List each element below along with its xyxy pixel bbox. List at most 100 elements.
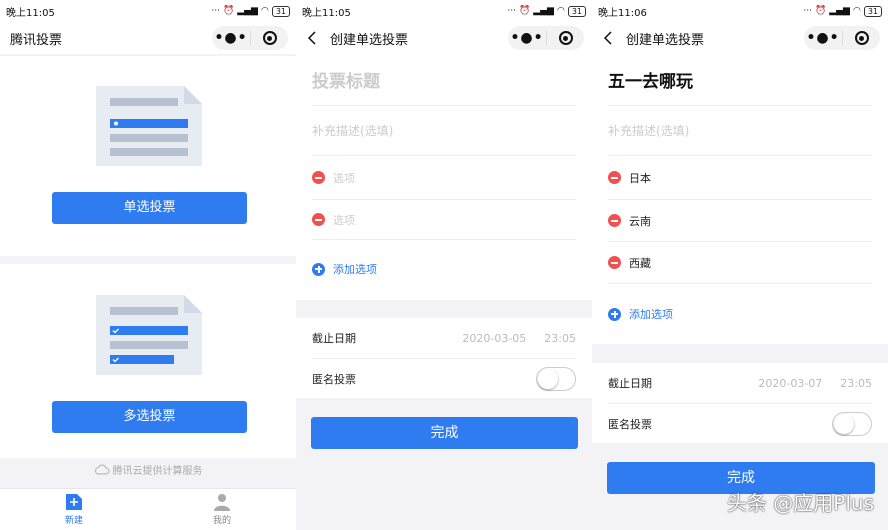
add-option-button[interactable]: 添加选项: [312, 261, 377, 277]
deadline-time[interactable]: 23:05: [544, 332, 576, 345]
cellular-icon: ▂▄▆: [829, 6, 850, 16]
option-row: 选项: [312, 200, 576, 240]
deadline-time[interactable]: 23:05: [840, 377, 872, 390]
battery-icon: 31: [271, 5, 290, 17]
wifi-icon: ◠: [260, 6, 269, 16]
back-arrow-icon[interactable]: [602, 31, 616, 45]
footer-text: 腾讯云提供计算服务: [112, 466, 203, 477]
target-icon: [262, 31, 277, 45]
tab-mine-label: 我的: [212, 516, 231, 526]
close-miniprogram-button[interactable]: [251, 31, 288, 45]
anonymous-row: 匿名投票: [312, 358, 576, 398]
add-icon: [608, 307, 621, 321]
signal-dots-icon: ···: [803, 6, 812, 16]
status-bar: 晚上11:06 ··· ⏰ ▂▄▆ ◠ 31: [592, 0, 888, 22]
remove-option-icon[interactable]: [608, 171, 621, 184]
tab-mine[interactable]: 我的: [148, 489, 296, 530]
page-title: 创建单选投票: [330, 32, 409, 48]
signal-dots-icon: ···: [507, 6, 516, 16]
target-icon: [558, 31, 573, 45]
deadline-label: 截止日期: [608, 377, 652, 390]
add-option-label: 添加选项: [629, 308, 673, 321]
cloud-icon: [94, 464, 110, 475]
cellular-icon: ▂▄▆: [237, 6, 258, 16]
description-input[interactable]: 补充描述(选填): [312, 106, 576, 156]
close-miniprogram-button[interactable]: [843, 31, 880, 45]
option-input[interactable]: 云南: [629, 213, 651, 229]
close-miniprogram-button[interactable]: [547, 31, 584, 45]
wifi-icon: ◠: [852, 6, 861, 16]
cellular-icon: ▂▄▆: [533, 6, 554, 16]
tab-new[interactable]: 新建: [0, 489, 148, 530]
tab-new-label: 新建: [64, 516, 83, 526]
status-bar: 晚上11:05 ··· ⏰ ▂▄▆ ◠ 31: [296, 0, 592, 22]
option-row: 云南: [608, 200, 872, 242]
anonymous-row: 匿名投票: [608, 403, 872, 443]
remove-option-icon[interactable]: [312, 213, 325, 226]
nav-bar: 创建单选投票 •●•: [296, 22, 592, 54]
option-row: 选项: [312, 156, 576, 200]
title-input[interactable]: 五一去哪玩: [608, 54, 872, 106]
option-input[interactable]: 西藏: [629, 255, 651, 271]
add-option-label: 添加选项: [333, 263, 377, 276]
vote-form: 投票标题 补充描述(选填) 选项 选项 添加选项: [296, 54, 592, 300]
signal-dots-icon: ···: [211, 6, 220, 16]
option-input[interactable]: 选项: [333, 212, 355, 228]
remove-option-icon[interactable]: [608, 256, 621, 269]
more-icon[interactable]: •●•: [212, 28, 250, 48]
description-placeholder: 补充描述(选填): [312, 124, 394, 138]
single-vote-card: 单选投票: [0, 56, 296, 256]
vote-settings: 截止日期 2020-03-05 23:05 匿名投票: [296, 318, 592, 398]
add-icon: [312, 262, 325, 276]
status-time: 晚上11:05: [6, 7, 55, 19]
remove-option-icon[interactable]: [312, 171, 325, 184]
status-time: 晚上11:05: [302, 7, 351, 19]
done-button[interactable]: 完成: [311, 417, 578, 449]
page-title: 创建单选投票: [626, 32, 705, 48]
miniprogram-capsule: •●•: [212, 26, 288, 50]
multi-vote-button[interactable]: 多选投票: [52, 401, 247, 433]
title-placeholder: 投票标题: [312, 72, 380, 92]
vote-settings: 截止日期 2020-03-07 23:05 匿名投票: [592, 363, 888, 443]
vote-form: 五一去哪玩 补充描述(选填) 日本 云南 西藏 添加选项: [592, 54, 888, 344]
title-input[interactable]: 投票标题: [312, 54, 576, 106]
anonymous-toggle[interactable]: [832, 411, 872, 436]
single-vote-illustration-icon: [96, 86, 202, 166]
deadline-date[interactable]: 2020-03-07: [758, 377, 822, 390]
deadline-row[interactable]: 截止日期 2020-03-07 23:05: [608, 363, 872, 403]
add-option-button[interactable]: 添加选项: [608, 306, 673, 322]
more-icon[interactable]: •●•: [508, 28, 546, 48]
footer-note: 腾讯云提供计算服务: [0, 462, 296, 477]
battery-icon: 31: [567, 5, 586, 17]
multi-vote-card: 多选投票: [0, 264, 296, 458]
option-input[interactable]: 选项: [333, 170, 355, 186]
more-icon[interactable]: •●•: [804, 28, 842, 48]
multi-vote-illustration-icon: [96, 295, 202, 375]
deadline-label: 截止日期: [312, 332, 356, 345]
status-bar: 晚上11:05 ··· ⏰ ▂▄▆ ◠ 31: [0, 0, 296, 22]
watermark: 头条 @应用Plus: [726, 491, 874, 515]
plus-icon: [66, 494, 82, 510]
create-vote-filled-screen: 晚上11:06 ··· ⏰ ▂▄▆ ◠ 31 创建单选投票 •●• 五一去哪玩 …: [592, 0, 888, 530]
create-vote-empty-screen: 晚上11:05 ··· ⏰ ▂▄▆ ◠ 31 创建单选投票 •●• 投票标题 补…: [296, 0, 592, 530]
option-row: 日本: [608, 156, 872, 200]
single-vote-button[interactable]: 单选投票: [52, 192, 247, 224]
page-title: 腾讯投票: [10, 32, 63, 48]
alarm-icon: ⏰: [222, 6, 235, 16]
description-input[interactable]: 补充描述(选填): [608, 106, 872, 156]
anonymous-label: 匿名投票: [608, 417, 652, 431]
option-row: 西藏: [608, 242, 872, 284]
deadline-row[interactable]: 截止日期 2020-03-05 23:05: [312, 318, 576, 358]
remove-option-icon[interactable]: [608, 214, 621, 227]
alarm-icon: ⏰: [518, 6, 531, 16]
back-arrow-icon[interactable]: [306, 31, 320, 45]
user-icon: [214, 494, 230, 511]
deadline-date[interactable]: 2020-03-05: [462, 332, 526, 345]
anonymous-toggle[interactable]: [536, 366, 576, 391]
status-icons: ··· ⏰ ▂▄▆ ◠ 31: [211, 5, 290, 17]
option-input[interactable]: 日本: [629, 170, 651, 186]
target-icon: [854, 31, 869, 45]
status-icons: ··· ⏰ ▂▄▆ ◠ 31: [507, 5, 586, 17]
miniprogram-capsule: •●•: [508, 26, 584, 50]
status-time: 晚上11:06: [598, 7, 647, 19]
